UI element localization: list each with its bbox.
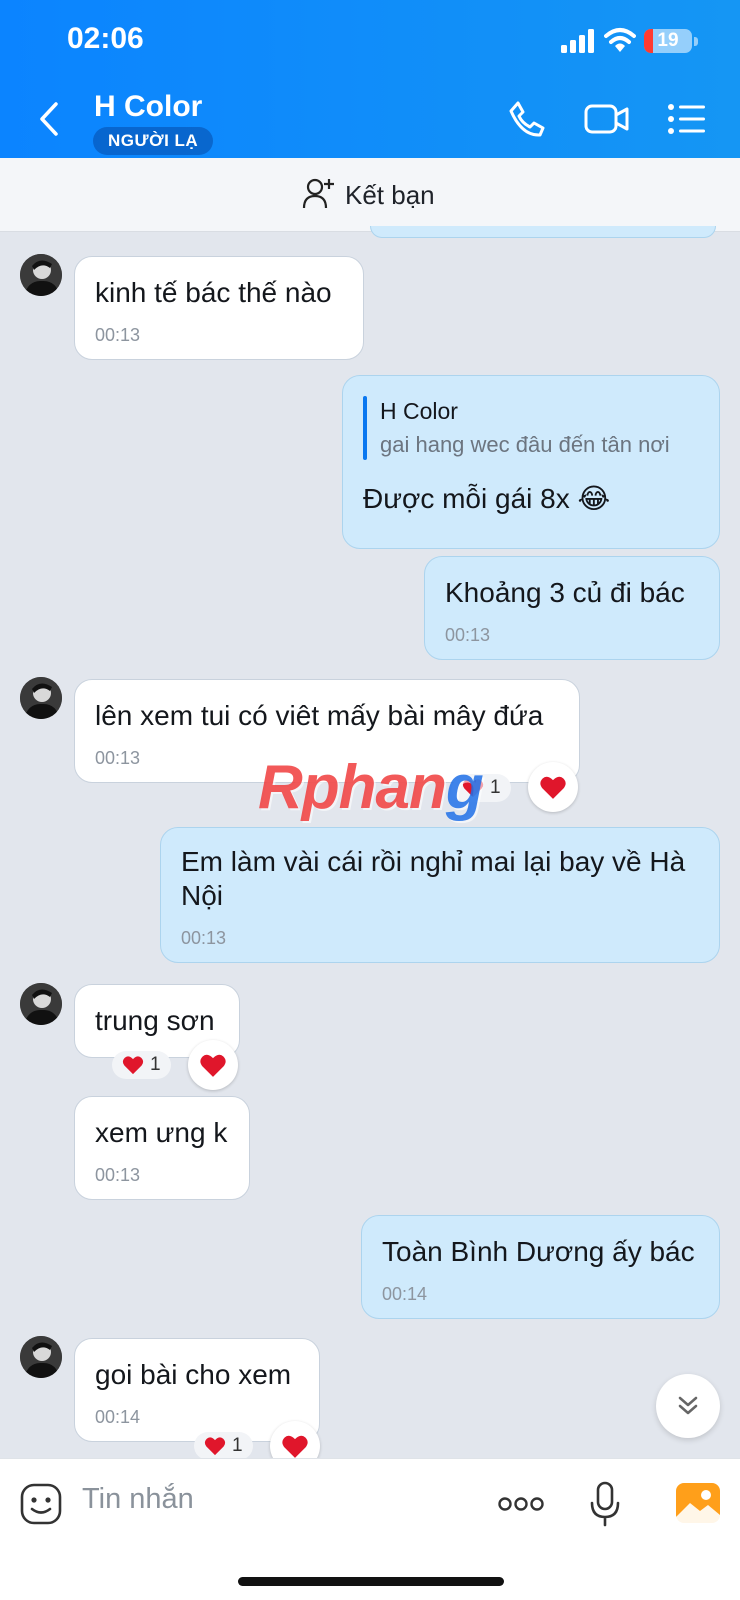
message-time: 00:14 xyxy=(382,1284,428,1304)
heart-icon xyxy=(122,1056,144,1075)
message-time: 00:14 xyxy=(95,1407,141,1427)
add-friend-label: Kết bạn xyxy=(345,180,435,210)
watermark-logo: Rphang xyxy=(258,753,484,822)
header-bar: 02:06 19 H Color NGƯỜI LẠ xyxy=(0,0,740,158)
add-friend-bar[interactable]: Kết bạn xyxy=(0,158,740,232)
avatar-image xyxy=(20,254,62,296)
message-text-line: Nội xyxy=(181,880,224,911)
quote-bar xyxy=(363,396,367,460)
message-text: Toàn Bình Dương ấy bác xyxy=(382,1236,695,1267)
message-time: 00:13 xyxy=(445,625,491,645)
avatar[interactable] xyxy=(20,254,62,296)
more-icon[interactable] xyxy=(498,1497,544,1511)
conversation-title[interactable]: H Color xyxy=(94,90,202,124)
stranger-badge: NGƯỜI LẠ xyxy=(93,127,214,155)
back-icon[interactable] xyxy=(36,100,62,138)
previous-message-fragment xyxy=(370,226,716,238)
reaction-summary[interactable]: 1 xyxy=(194,1432,253,1460)
video-call-icon[interactable] xyxy=(584,103,630,135)
image-icon[interactable] xyxy=(676,1483,720,1523)
avatar[interactable] xyxy=(20,677,62,719)
status-time: 02:06 xyxy=(67,22,144,55)
signal-icon xyxy=(561,29,594,53)
react-button[interactable] xyxy=(528,762,578,812)
message-text: lên xem tui có viêt mấy bài mây đứa xyxy=(95,700,544,731)
message-text: Khoảng 3 củ đi bác xyxy=(445,577,685,608)
message-bubble-outgoing[interactable]: H Color gai hang wec đâu đến tân nơi Đượ… xyxy=(342,375,720,549)
message-bubble-incoming[interactable]: kinh tế bác thế nào 00:13 xyxy=(74,256,364,360)
message-text-line: Em làm vài cái rồi nghỉ mai lại bay về H… xyxy=(181,846,686,877)
home-indicator xyxy=(238,1577,504,1586)
avatar-image xyxy=(20,983,62,1025)
message-bubble-incoming[interactable]: xem ưng k 00:13 xyxy=(74,1096,250,1200)
message-bubble-outgoing[interactable]: Toàn Bình Dương ấy bác 00:14 xyxy=(361,1215,720,1319)
react-button[interactable] xyxy=(188,1040,238,1090)
scroll-to-bottom-button[interactable] xyxy=(656,1374,720,1438)
message-bubble-outgoing[interactable]: Em làm vài cái rồi nghỉ mai lại bay về H… xyxy=(160,827,720,963)
message-text: Được mỗi gái 8x 😂 xyxy=(363,483,611,514)
menu-list-icon[interactable] xyxy=(668,104,706,134)
reaction-summary[interactable]: 1 xyxy=(112,1051,171,1079)
message-time: 00:13 xyxy=(95,1165,141,1185)
quote-sender: H Color xyxy=(380,398,458,424)
message-time: 00:13 xyxy=(181,928,227,948)
battery-indicator: 19 xyxy=(644,29,692,53)
battery-tip xyxy=(694,37,698,46)
heart-icon xyxy=(282,1435,308,1458)
reaction-count: 1 xyxy=(232,1435,243,1456)
microphone-icon[interactable] xyxy=(590,1481,620,1527)
message-bubble-outgoing[interactable]: Khoảng 3 củ đi bác 00:13 xyxy=(424,556,720,660)
message-time: 00:13 xyxy=(95,748,141,768)
avatar-image xyxy=(20,677,62,719)
quote-text: gai hang wec đâu đến tân nơi xyxy=(380,432,670,457)
message-text: kinh tế bác thế nào xyxy=(95,277,332,308)
avatar[interactable] xyxy=(20,1336,62,1378)
battery-percent: 19 xyxy=(657,30,679,51)
wifi-icon xyxy=(604,28,636,52)
reaction-count: 1 xyxy=(490,777,501,798)
message-text: goi bài cho xem xyxy=(95,1359,292,1390)
phone-icon[interactable] xyxy=(508,100,546,138)
message-text: trung sơn xyxy=(95,1005,215,1036)
avatar-image xyxy=(20,1336,62,1378)
reaction-count: 1 xyxy=(150,1054,161,1075)
avatar[interactable] xyxy=(20,983,62,1025)
heart-icon xyxy=(540,776,566,799)
sticker-icon[interactable] xyxy=(20,1483,62,1525)
message-input[interactable]: Tin nhắn xyxy=(82,1483,194,1516)
message-time: 00:13 xyxy=(95,325,141,345)
heart-icon xyxy=(200,1054,226,1077)
chevron-down-icon xyxy=(678,1396,698,1415)
heart-icon xyxy=(204,1437,226,1456)
add-friend-icon xyxy=(302,178,334,209)
message-text: xem ưng k xyxy=(95,1117,228,1148)
